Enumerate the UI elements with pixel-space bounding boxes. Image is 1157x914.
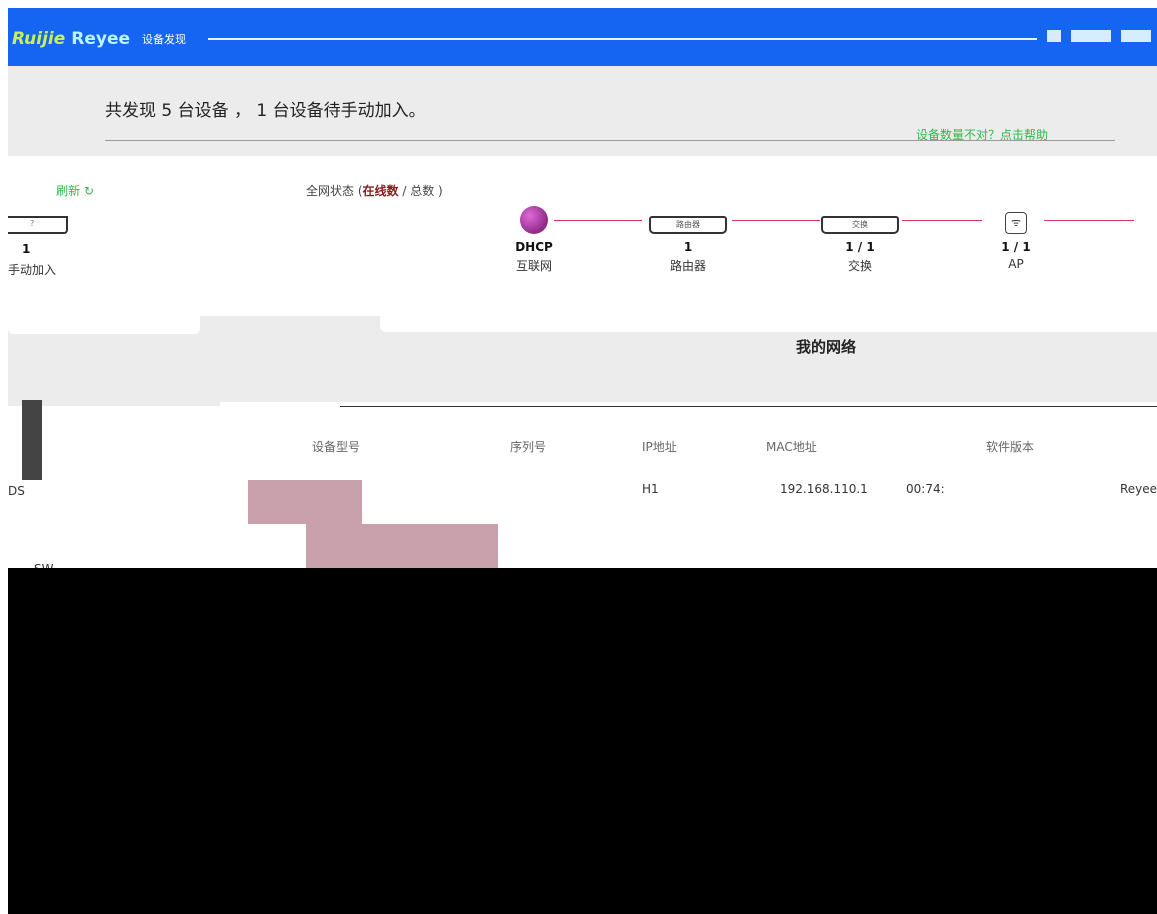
- pending-devices-card[interactable]: ? 1 手动加入: [8, 208, 198, 303]
- device-table: 设备型号 序列号 IP地址 MAC地址 软件版本 H1 192.168.110.…: [220, 402, 1157, 568]
- list-divider: [340, 406, 1157, 407]
- node-switch[interactable]: 交换 1 / 1 交换: [800, 206, 920, 274]
- switch-icon: 交换: [821, 216, 899, 234]
- table-header: 设备型号 序列号 IP地址 MAC地址 软件版本: [220, 438, 1157, 464]
- refresh-button[interactable]: 刷新 ↻: [56, 182, 94, 199]
- row-highlight: [248, 480, 362, 524]
- status-title-prefix: 全网状态 (: [306, 184, 363, 198]
- col-model[interactable]: 设备型号: [312, 438, 360, 455]
- col-version[interactable]: 软件版本: [986, 438, 1034, 455]
- cell-ip: H1: [642, 482, 659, 496]
- node-label: 待: [1092, 240, 1157, 257]
- logout-button[interactable]: [1121, 30, 1151, 42]
- node-router[interactable]: 路由器 1 路由器: [628, 206, 748, 274]
- node-count: 1 / 1: [1001, 240, 1031, 254]
- wifi-icon: ᯤ: [1005, 212, 1027, 234]
- unknown-device-icon: ?: [8, 216, 68, 234]
- col-mac[interactable]: MAC地址: [766, 438, 817, 455]
- node-label: 互联网: [515, 259, 552, 273]
- node-label: 路由器: [669, 259, 706, 273]
- node-label: AP: [1008, 257, 1024, 271]
- cell-serial: 00:74:: [906, 482, 945, 496]
- globe-icon: [520, 206, 548, 234]
- unknown-device-tag: ?: [30, 219, 35, 228]
- user-icon[interactable]: [1047, 30, 1061, 42]
- row-highlight: [306, 524, 498, 568]
- header-tools[interactable]: [1047, 30, 1151, 42]
- cell-version: Reyee: [1120, 482, 1157, 496]
- topology: DHCP 互联网 路由器 1 路由器 交换 1 / 1 交换 ᯤ 1 / 1 A…: [292, 206, 1157, 296]
- discovery-summary: 共发现 5 台设备 ， 1 台设备待手动加入。 设备数量不对？点击帮助: [8, 66, 1157, 156]
- language-selector[interactable]: [1071, 30, 1111, 42]
- my-network-band: 我的网络: [8, 316, 1157, 406]
- top-bar: Ruijie Reyee 设备发现: [8, 8, 1157, 66]
- left-tab: 刷新 ↻: [8, 156, 108, 208]
- cell-mac: 192.168.110.1: [780, 482, 868, 496]
- node-count: 1: [683, 240, 693, 254]
- row-left-label: DS: [8, 484, 25, 498]
- tab-underlay: [8, 316, 200, 334]
- brand-secondary: Reyee: [71, 29, 131, 49]
- header-divider: [208, 38, 1037, 40]
- node-count: DHCP: [515, 240, 553, 254]
- col-serial[interactable]: 序列号: [510, 438, 546, 455]
- brand-primary: Ruijie: [12, 29, 66, 49]
- summary-underline: [105, 140, 1115, 141]
- module-title: 设备发现: [142, 33, 187, 46]
- sidebar-scroll-handle[interactable]: [22, 400, 42, 480]
- my-network-title[interactable]: 我的网络: [796, 336, 856, 357]
- status-title: 全网状态 (在线数 / 总数 ): [306, 182, 443, 199]
- summary-headline: 共发现 5 台设备 ， 1 台设备待手动加入。: [105, 101, 426, 121]
- col-ip[interactable]: IP地址: [642, 438, 677, 455]
- blank-render-area: [8, 568, 1157, 914]
- status-title-accent: 在线数: [362, 184, 399, 198]
- pending-count: 1: [22, 242, 31, 256]
- pending-label: 手动加入: [8, 263, 57, 277]
- node-label: 交换: [847, 259, 872, 273]
- tab-underlay-2: [380, 316, 1157, 332]
- node-ap[interactable]: ᯤ 1 / 1 AP: [956, 206, 1076, 271]
- node-internet[interactable]: DHCP 互联网: [474, 206, 594, 274]
- network-status-panel: 全网状态 (在线数 / 总数 ) DHCP 互联网 路由器 1 路由器 交换 1…: [292, 156, 1157, 316]
- brand-logo: Ruijie Reyee 设备发现: [12, 29, 187, 49]
- node-count: 1 / 1: [845, 240, 875, 254]
- router-icon: 路由器: [649, 216, 727, 234]
- node-pending[interactable]: 待: [1092, 206, 1157, 257]
- status-title-suffix: / 总数 ): [398, 184, 443, 198]
